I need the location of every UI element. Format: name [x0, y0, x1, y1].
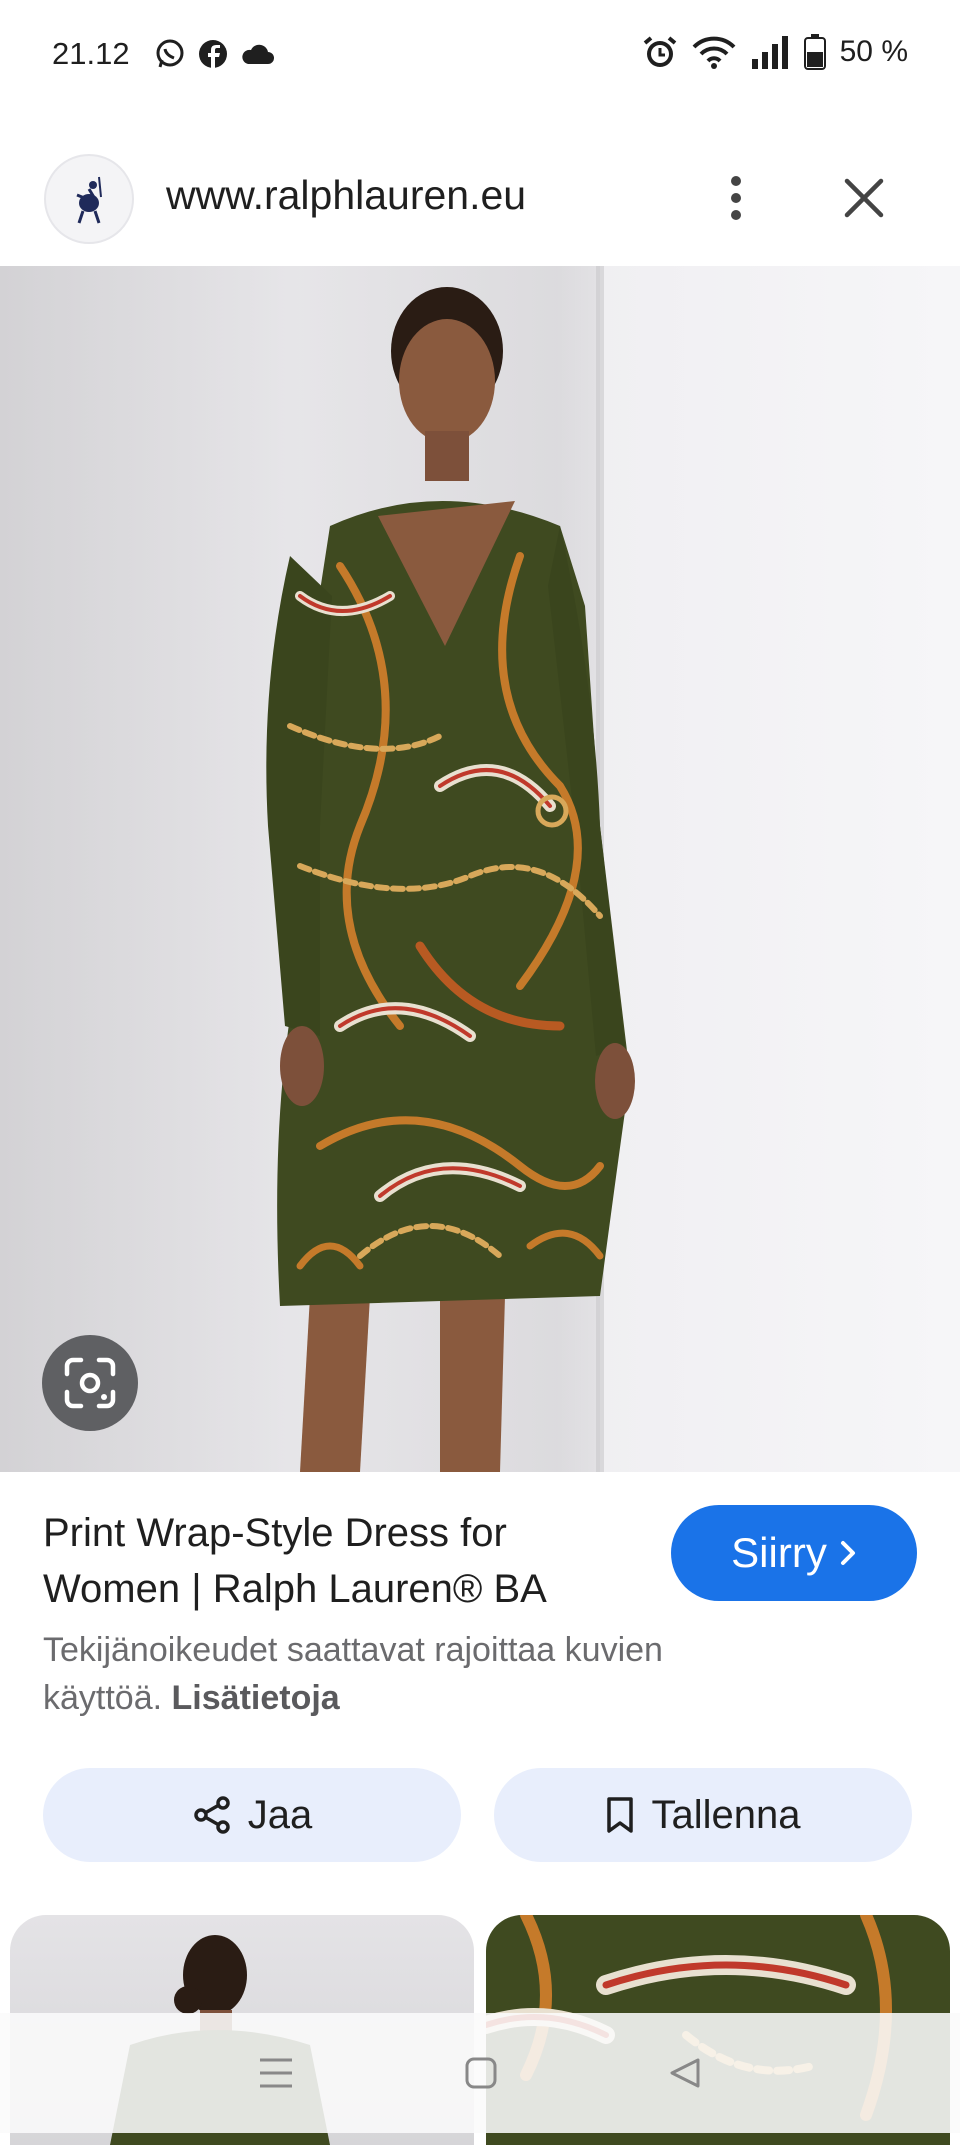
- status-app-icons: [154, 38, 274, 70]
- bookmark-icon: [607, 1797, 634, 1833]
- close-icon: [844, 178, 884, 218]
- url-bar: www.ralphlauren.eu: [0, 150, 960, 266]
- product-image[interactable]: [0, 266, 960, 1472]
- go-button-label: Siirry: [731, 1529, 827, 1576]
- facebook-icon: [199, 40, 227, 69]
- learn-more-link[interactable]: Lisätietoja: [172, 1679, 340, 1717]
- copyright-text: Tekijänoikeudet saattavat rajoittaa kuvi…: [43, 1631, 663, 1717]
- lens-icon: [64, 1357, 116, 1409]
- url-text[interactable]: www.ralphlauren.eu: [166, 172, 526, 219]
- more-options-button[interactable]: [716, 168, 756, 228]
- polo-logo-icon: [76, 176, 102, 224]
- save-label: Tallenna: [651, 1792, 801, 1837]
- signal-icon: [751, 36, 788, 69]
- copyright-notice: Tekijänoikeudet saattavat rajoittaa kuvi…: [43, 1626, 763, 1722]
- dress-model-illustration: [0, 266, 635, 1472]
- lens-search-button[interactable]: [42, 1335, 138, 1431]
- share-button[interactable]: Jaa: [43, 1768, 461, 1862]
- site-favicon: [44, 154, 134, 244]
- more-vert-icon: [731, 176, 741, 220]
- share-icon: [194, 1796, 230, 1834]
- battery-icon: [803, 34, 826, 70]
- recents-menu-icon[interactable]: [258, 2057, 294, 2089]
- battery-percentage: 50 %: [839, 35, 908, 68]
- share-label: Jaa: [247, 1792, 313, 1837]
- save-button[interactable]: Tallenna: [494, 1768, 912, 1862]
- chevron-right-icon: [840, 1541, 855, 1565]
- system-navigation-bar: [0, 2013, 960, 2133]
- back-icon[interactable]: [668, 2056, 702, 2090]
- home-icon[interactable]: [464, 2056, 498, 2090]
- product-title[interactable]: Print Wrap-Style Dress for Women | Ralph…: [43, 1505, 623, 1617]
- whatsapp-icon: [156, 39, 184, 68]
- cloud-icon: [242, 44, 274, 64]
- go-to-site-button[interactable]: Siirry: [671, 1505, 917, 1601]
- wifi-icon: [692, 36, 736, 69]
- status-bar: 21.12 50 %: [0, 0, 960, 110]
- status-time: 21.12: [52, 36, 130, 71]
- alarm-icon: [643, 36, 676, 67]
- status-right-icons: 50 %: [642, 34, 908, 70]
- close-button[interactable]: [836, 170, 892, 226]
